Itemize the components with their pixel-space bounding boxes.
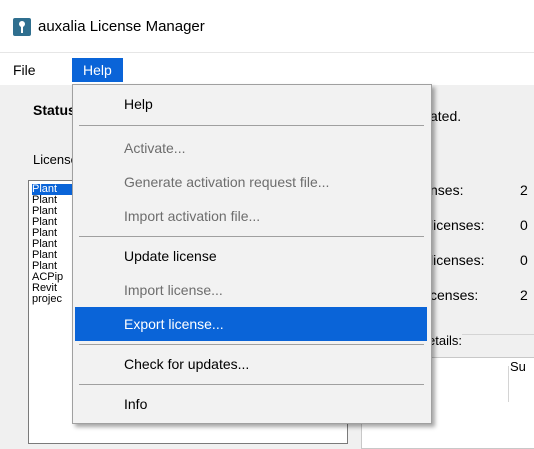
menu-item-check-for-updates[interactable]: Check for updates... (75, 347, 427, 381)
column-divider[interactable] (508, 366, 509, 402)
window-title: auxalia License Manager (38, 18, 205, 35)
details-label: etails: (428, 333, 462, 348)
menu-help[interactable]: Help (72, 58, 123, 82)
stat-value: 2 (520, 182, 528, 198)
stat-label: licenses: (430, 252, 485, 268)
stat-value: 0 (520, 217, 528, 233)
stat-label: nses: (430, 182, 464, 198)
details-column-header[interactable]: Su (510, 359, 526, 374)
menu-item-update-license[interactable]: Update license (75, 239, 427, 273)
stat-label: censes: (430, 287, 479, 303)
menu-item-activate[interactable]: Activate... (75, 131, 427, 165)
menu-item-help[interactable]: Help (75, 87, 427, 121)
stat-label: licenses: (430, 217, 485, 233)
menu-separator (79, 384, 424, 385)
menu-item-import-license[interactable]: Import license... (75, 273, 427, 307)
menu-separator (79, 125, 424, 126)
menu-item-import-activation-file[interactable]: Import activation file... (75, 199, 427, 233)
help-menu-dropdown: Help Activate... Generate activation req… (72, 84, 432, 424)
menu-bar: File Help (0, 53, 534, 85)
stat-value: 0 (520, 252, 528, 268)
menu-file[interactable]: File (5, 58, 44, 82)
menu-item-info[interactable]: Info (75, 387, 427, 421)
title-bar: auxalia License Manager (0, 0, 534, 53)
menu-separator (79, 344, 424, 345)
key-license-icon (13, 18, 31, 36)
menu-separator (79, 236, 424, 237)
stat-value: 2 (520, 287, 528, 303)
status-text: ated. (430, 108, 462, 124)
menu-item-export-license[interactable]: Export license... (75, 307, 427, 341)
menu-item-generate-activation-request[interactable]: Generate activation request file... (75, 165, 427, 199)
